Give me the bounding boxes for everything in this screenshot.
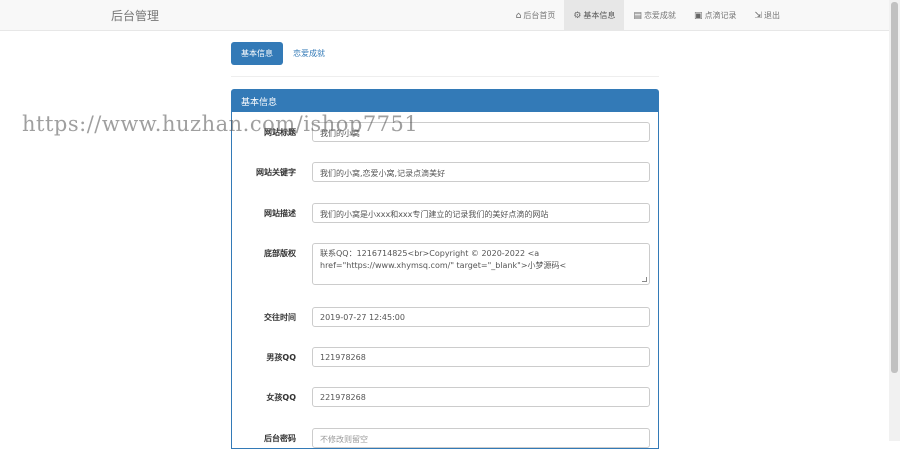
field-label: 后台密码 [264, 434, 296, 443]
nav-item-basic-info[interactable]: ⚙ 基本信息 [564, 0, 625, 31]
field-label: 网站描述 [264, 209, 296, 218]
copyright-textarea[interactable]: 联系QQ：1216714825<br>Copyright © 2020-2022… [312, 243, 650, 285]
field-label: 交往时间 [264, 313, 296, 322]
field-label: 网站标题 [264, 128, 296, 137]
nav-menu: ⌂ 后台首页 ⚙ 基本信息 ▤ 恋爱成就 ▣ 点滴记录 ⇲ 退出 [507, 0, 889, 31]
divider [231, 76, 659, 77]
boy-qq-input[interactable]: 121978268 [312, 347, 650, 367]
girl-qq-input[interactable]: 221978268 [312, 387, 650, 407]
nav-item-label: 点滴记录 [704, 11, 737, 20]
nav-item-logout[interactable]: ⇲ 退出 [745, 0, 789, 31]
basic-info-panel: 基本信息 网站标题 我们的小窝 网站关键字 我们的小窝,恋爱小窝,记录点滴美好 … [231, 89, 659, 449]
resize-handle-icon[interactable] [642, 277, 647, 282]
picture-icon: ▣ [693, 10, 703, 21]
tab-basic-info[interactable]: 基本信息 [231, 42, 283, 65]
field-label: 男孩QQ [266, 353, 296, 362]
nav-item-label: 基本信息 [583, 11, 616, 20]
field-label: 底部版权 [264, 249, 296, 258]
nav-item-home[interactable]: ⌂ 后台首页 [507, 0, 565, 31]
field-label: 网站关键字 [256, 168, 296, 177]
field-label: 女孩QQ [266, 393, 296, 402]
logout-icon: ⇲ [754, 10, 762, 21]
list-icon: ▤ [633, 10, 642, 21]
tab-achievements[interactable]: 恋爱成就 [283, 42, 335, 65]
page-scrollbar[interactable] [889, 0, 900, 441]
home-icon: ⌂ [515, 10, 522, 21]
site-description-input[interactable]: 我们的小窝是小xxx和xxx专门建立的记录我们的美好点滴的网站 [312, 203, 650, 223]
start-date-input[interactable]: 2019-07-27 12:45:00 [312, 307, 650, 327]
copyright-text: 联系QQ：1216714825<br>Copyright © 2020-2022… [320, 249, 567, 270]
nav-item-label: 后台首页 [523, 11, 556, 20]
scrollbar-thumb[interactable] [891, 2, 898, 373]
site-title-input[interactable]: 我们的小窝 [312, 122, 650, 142]
nav-item-label: 恋爱成就 [643, 11, 676, 20]
site-keywords-input[interactable]: 我们的小窝,恋爱小窝,记录点滴美好 [312, 162, 650, 182]
nav-item-label: 退出 [764, 11, 780, 20]
gear-icon: ⚙ [573, 10, 582, 21]
brand-title[interactable]: 后台管理 [111, 7, 159, 24]
nav-item-records[interactable]: ▣ 点滴记录 [685, 0, 746, 31]
top-navbar: 后台管理 ⌂ 后台首页 ⚙ 基本信息 ▤ 恋爱成就 ▣ 点滴记录 ⇲ 退出 [0, 0, 889, 31]
nav-item-achievements[interactable]: ▤ 恋爱成就 [624, 0, 685, 31]
admin-password-input[interactable]: 不修改则留空 [312, 428, 650, 448]
panel-title: 基本信息 [232, 90, 658, 112]
tab-bar: 基本信息 恋爱成就 [231, 42, 335, 65]
